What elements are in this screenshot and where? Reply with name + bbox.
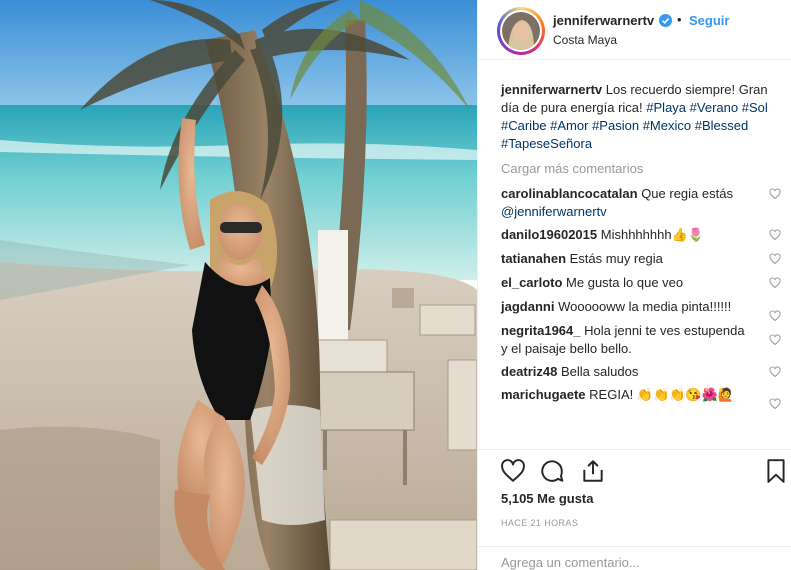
comment-text: Woooooww la media pinta!!!!!! — [558, 299, 732, 314]
comment-like-heart-icon[interactable] — [769, 366, 781, 378]
comment-item: tatianahen Estás muy regia — [501, 250, 781, 268]
comment-mention[interactable]: @jenniferwarnertv — [501, 204, 607, 219]
comment-text: Que regia estás — [641, 186, 733, 201]
hashtag[interactable]: #TapeseSeñora — [501, 136, 592, 151]
comment-item: danilo19602015 Mishhhhhhh👍🌷 — [501, 226, 781, 244]
comment-username[interactable]: danilo19602015 — [501, 227, 597, 242]
hashtag[interactable]: #Mexico — [643, 118, 691, 133]
comment-like-heart-icon[interactable] — [769, 229, 781, 241]
comment-item: carolinablancocatalan Que regia estás @j… — [501, 185, 781, 221]
post-actions: 5,105 Me gusta HACE 21 HORAS — [478, 449, 791, 570]
hashtag[interactable]: #Verano — [690, 100, 738, 115]
comment-like-heart-icon[interactable] — [769, 334, 781, 346]
comment-username[interactable]: carolinablancocatalan — [501, 186, 638, 201]
hashtag[interactable]: #Playa — [646, 100, 686, 115]
comment-like-heart-icon[interactable] — [769, 253, 781, 265]
add-comment-bar — [478, 546, 791, 570]
comment-username[interactable]: marichugaete — [501, 387, 586, 402]
post-timestamp[interactable]: HACE 21 HORAS — [501, 518, 578, 528]
avatar-image — [502, 12, 540, 50]
post-header: jenniferwarnertv • Seguir Costa Maya — [478, 0, 791, 60]
comment-username[interactable]: el_carloto — [501, 275, 562, 290]
share-icon[interactable] — [580, 458, 606, 484]
comment-item: deatriz48 Bella saludos — [501, 363, 781, 381]
comment-bubble-icon[interactable] — [539, 458, 565, 484]
post-location[interactable]: Costa Maya — [553, 33, 617, 47]
post-caption: jenniferwarnertv Los recuerdo siempre! G… — [501, 81, 773, 153]
comment-username[interactable]: negrita1964_ — [501, 323, 581, 338]
comment-like-heart-icon[interactable] — [769, 277, 781, 289]
comment-text: Estás muy regia — [569, 251, 663, 266]
comment-like-heart-icon[interactable] — [769, 188, 781, 200]
hashtag[interactable]: #Sol — [742, 100, 768, 115]
post-author-username[interactable]: jenniferwarnertv — [553, 13, 654, 28]
follow-button[interactable]: Seguir — [689, 13, 729, 28]
post-sidebar: jenniferwarnertv • Seguir Costa Maya jen… — [477, 0, 791, 570]
comment-text: Mishhhhhhh👍🌷 — [600, 227, 704, 242]
comment-like-heart-icon[interactable] — [769, 310, 781, 322]
post-photo[interactable] — [0, 0, 477, 570]
hashtag[interactable]: #Amor — [550, 118, 588, 133]
verified-badge-icon — [659, 14, 672, 27]
heart-icon[interactable] — [500, 458, 526, 484]
comment-text: REGIA! 👏👏👏😘🌺🙋 — [589, 387, 734, 402]
hashtag[interactable]: #Blessed — [695, 118, 748, 133]
beach-photo — [0, 0, 477, 570]
bookmark-icon[interactable] — [763, 458, 789, 484]
hashtag[interactable]: #Caribe — [501, 118, 547, 133]
caption-username[interactable]: jenniferwarnertv — [501, 82, 602, 97]
hashtag[interactable]: #Pasion — [592, 118, 639, 133]
comment-like-heart-icon[interactable] — [769, 398, 781, 410]
comment-text: Me gusta lo que veo — [566, 275, 684, 290]
comment-username[interactable]: tatianahen — [501, 251, 566, 266]
comment-text: Bella saludos — [561, 364, 639, 379]
comments-list: jenniferwarnertv Los recuerdo siempre! G… — [501, 81, 781, 410]
avatar[interactable] — [497, 7, 545, 55]
likes-count[interactable]: 5,105 Me gusta — [501, 491, 594, 506]
load-more-comments-link[interactable]: Cargar más comentarios — [501, 160, 773, 178]
separator-dot: • — [677, 12, 682, 27]
comment-input[interactable] — [501, 555, 771, 570]
comment-item: jagdanni Woooooww la media pinta!!!!!! — [501, 298, 781, 322]
comment-item: marichugaete REGIA! 👏👏👏😘🌺🙋 — [501, 386, 781, 410]
comment-item: el_carloto Me gusta lo que veo — [501, 274, 781, 292]
comment-item: negrita1964_ Hola jenni te ves estupenda… — [501, 322, 781, 358]
comment-username[interactable]: jagdanni — [501, 299, 554, 314]
comment-username[interactable]: deatriz48 — [501, 364, 557, 379]
